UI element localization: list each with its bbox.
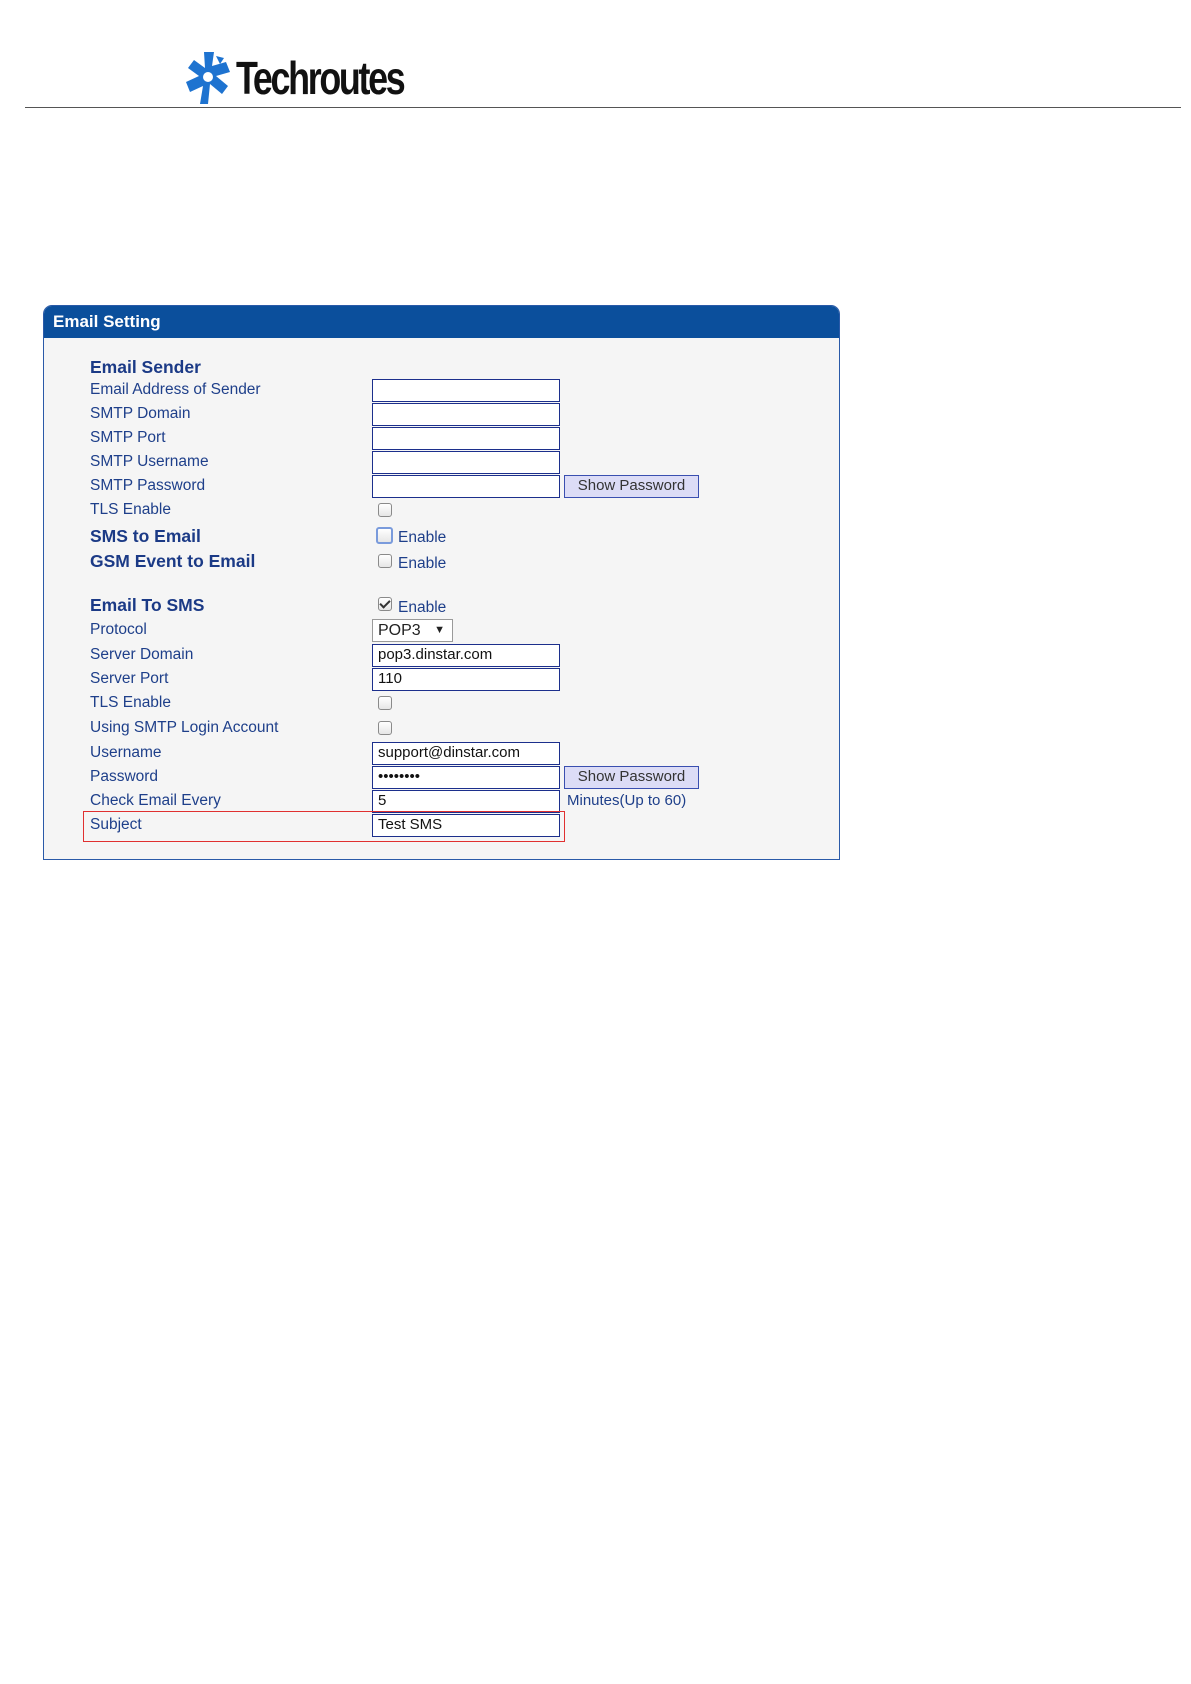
username-input[interactable]: support@dinstar.com [372, 742, 560, 765]
subject-input[interactable]: Test SMS [372, 814, 560, 837]
smtp-username-label: SMTP Username [90, 453, 209, 470]
sender-address-input[interactable] [372, 379, 560, 402]
email-to-sms-tls-label: TLS Enable [90, 694, 171, 711]
smtp-domain-input[interactable] [372, 403, 560, 426]
smtp-username-input[interactable] [372, 451, 560, 474]
smtp-login-checkbox[interactable] [378, 721, 392, 735]
sender-address-label: Email Address of Sender [90, 381, 261, 398]
gsm-event-to-email-heading: GSM Event to Email [90, 551, 256, 571]
password-input[interactable]: •••••••• [372, 766, 560, 789]
smtp-port-input[interactable] [372, 427, 560, 450]
show-password-button[interactable]: Show Password [564, 766, 699, 789]
panel-title: Email Setting [44, 306, 839, 338]
email-to-sms-tls-checkbox[interactable] [378, 696, 392, 710]
smtp-port-label: SMTP Port [90, 429, 166, 446]
smtp-password-label: SMTP Password [90, 477, 206, 494]
smtp-login-label: Using SMTP Login Account [90, 719, 279, 736]
protocol-label: Protocol [90, 621, 147, 638]
smtp-domain-label: SMTP Domain [90, 405, 191, 422]
email-to-sms-checkbox[interactable] [378, 597, 392, 611]
email-sender-heading: Email Sender [90, 357, 201, 377]
server-domain-input[interactable]: pop3.dinstar.com [372, 644, 560, 667]
header-divider [25, 107, 1181, 108]
password-label: Password [90, 768, 159, 785]
chevron-down-icon: ▼ [434, 624, 445, 636]
sms-to-email-checkbox[interactable] [376, 527, 393, 544]
username-label: Username [90, 744, 162, 761]
check-email-every-label: Check Email Every [90, 792, 221, 809]
subject-label: Subject [90, 816, 142, 833]
check-email-every-input[interactable]: 5 [372, 790, 560, 813]
server-port-input[interactable]: 110 [372, 668, 560, 691]
brand-logo: Techroutes [186, 52, 451, 104]
gsm-event-to-email-checkbox[interactable] [378, 554, 392, 568]
smtp-password-input[interactable] [372, 475, 560, 498]
smtp-show-password-button[interactable]: Show Password [564, 475, 699, 498]
gsm-event-enable-label: Enable [398, 555, 447, 572]
email-to-sms-heading: Email To SMS [90, 595, 205, 615]
sms-to-email-enable-label: Enable [398, 529, 447, 546]
protocol-selected-value: POP3 [378, 622, 421, 639]
sender-tls-checkbox[interactable] [378, 503, 392, 517]
sender-tls-label: TLS Enable [90, 501, 171, 518]
email-to-sms-enable-label: Enable [398, 599, 447, 616]
server-port-label: Server Port [90, 670, 169, 687]
brand-name: Techroutes [236, 52, 406, 104]
sms-to-email-heading: SMS to Email [90, 526, 201, 546]
protocol-select[interactable]: POP3 ▼ [372, 619, 453, 642]
server-domain-label: Server Domain [90, 646, 194, 663]
techroutes-cross-logo-icon [186, 52, 230, 104]
check-email-every-hint: Minutes(Up to 60) [567, 792, 687, 809]
